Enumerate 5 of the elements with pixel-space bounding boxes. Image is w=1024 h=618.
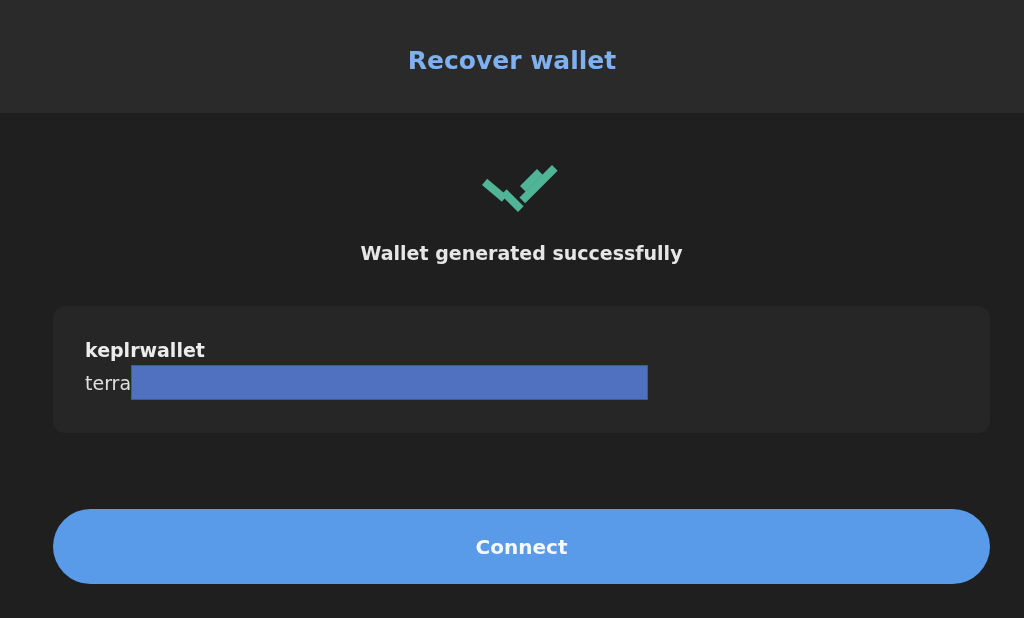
wallet-address: terra	[85, 371, 132, 394]
wallet-name: keplrwallet	[85, 339, 206, 361]
success-message: Wallet generated successfully	[360, 242, 683, 264]
connect-button[interactable]: Connect	[53, 509, 990, 584]
page-title: Recover wallet	[407, 45, 617, 75]
